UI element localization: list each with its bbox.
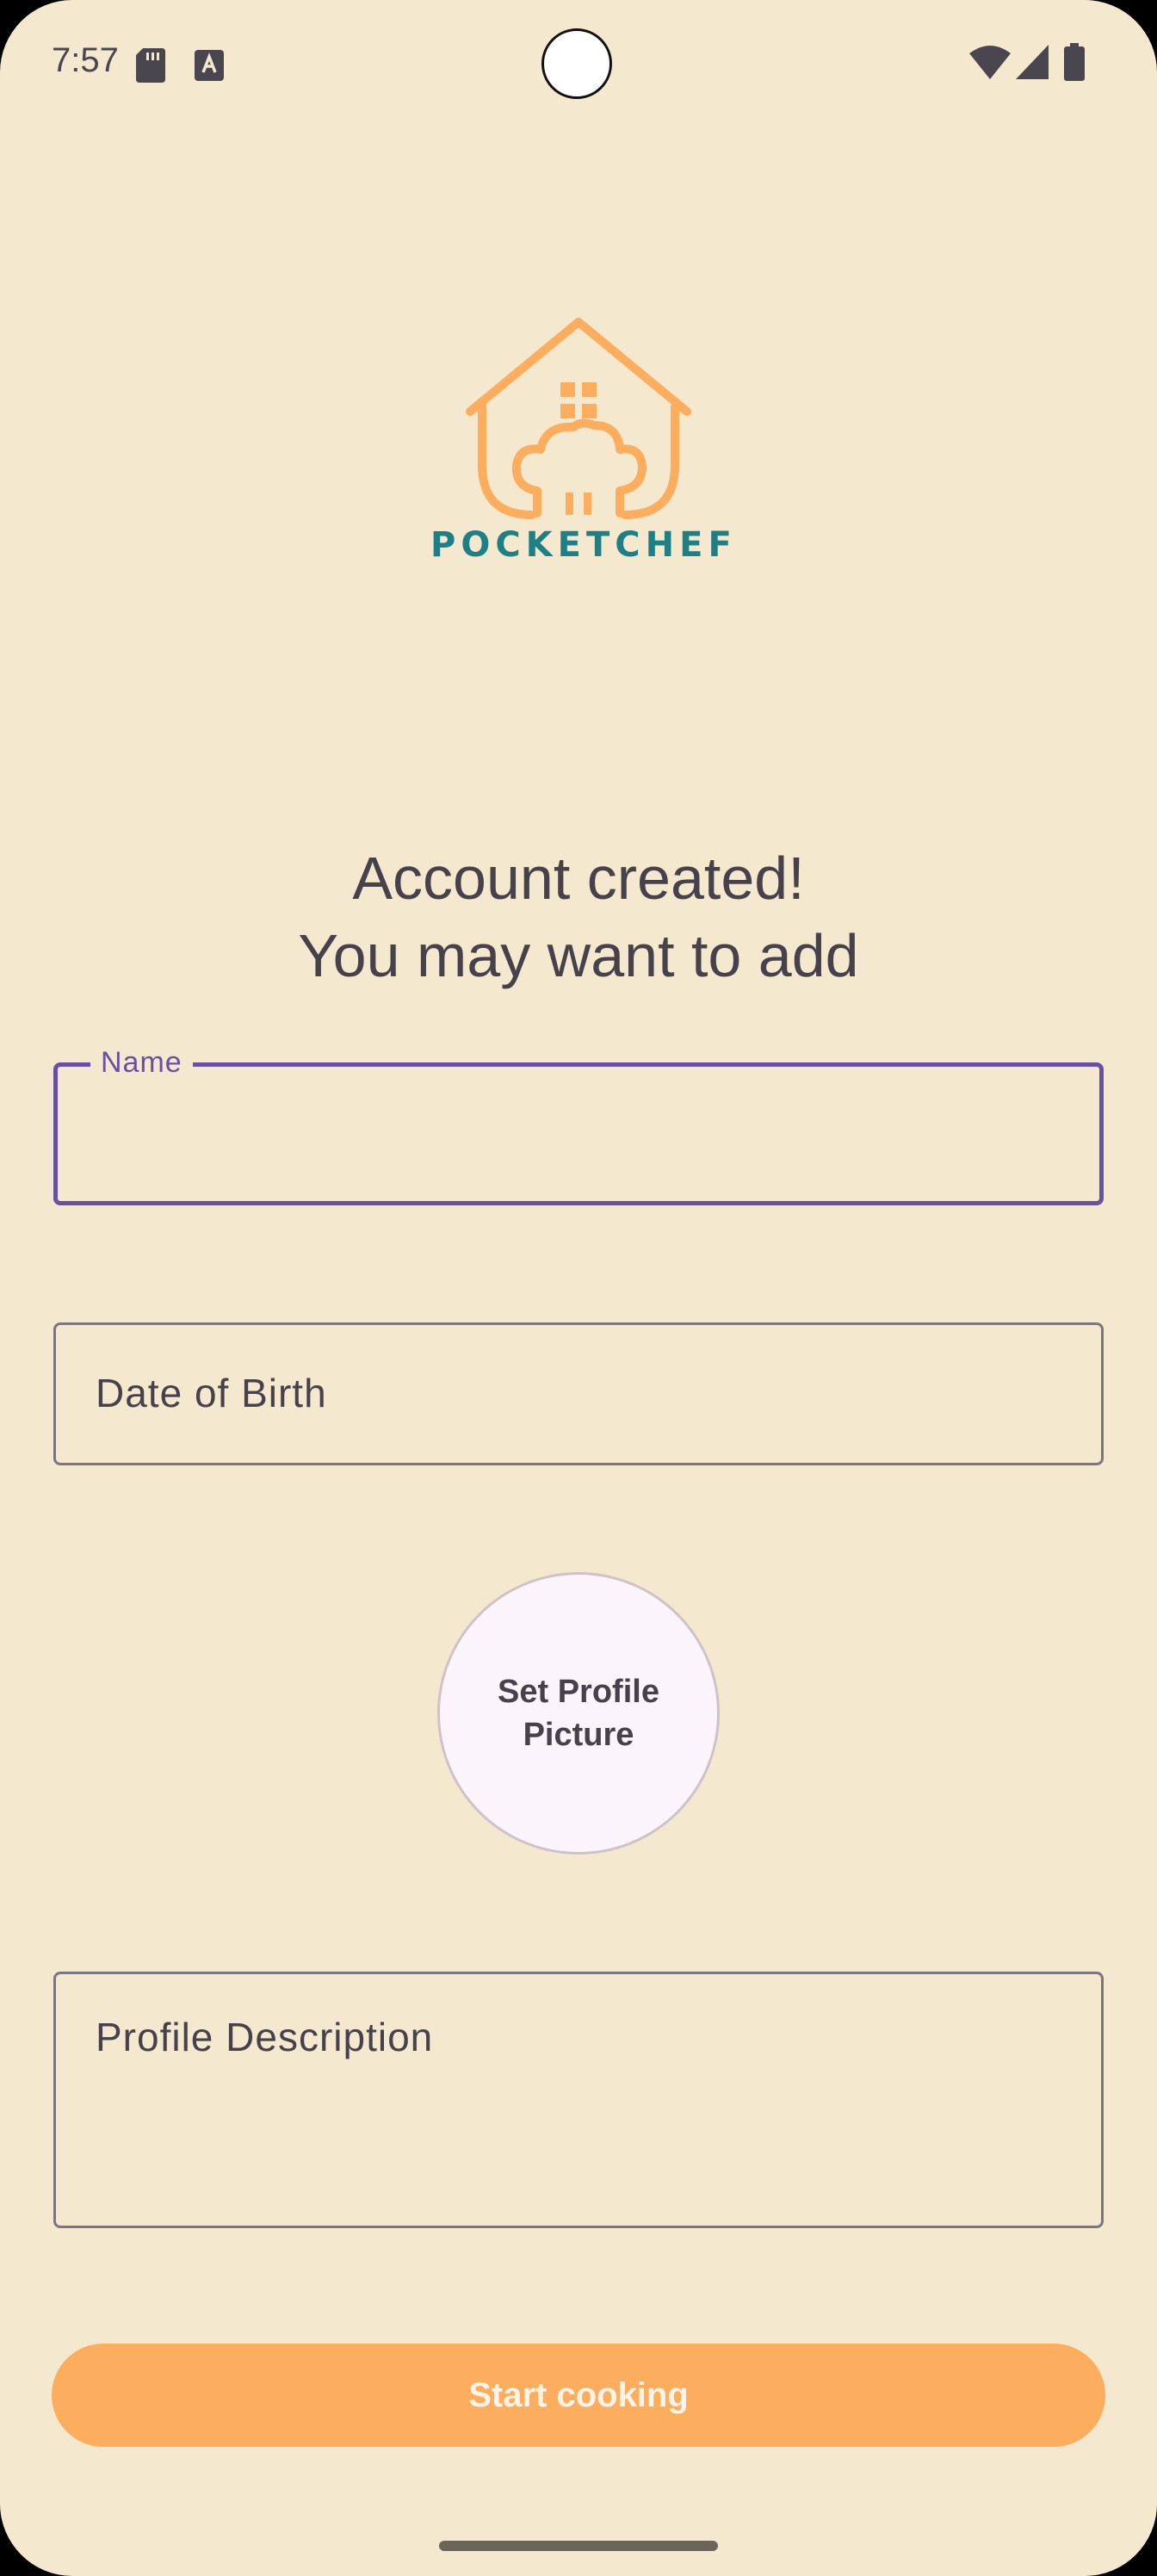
set-profile-picture-button[interactable]: Set Profile Picture <box>437 1572 720 1855</box>
home-indicator[interactable] <box>439 2541 718 2551</box>
brand-name: POCKETCHEF <box>430 525 737 565</box>
profile-description-field[interactable]: Profile Description <box>53 1972 1104 2228</box>
chef-house-logo-icon <box>466 318 691 519</box>
profile-description-placeholder: Profile Description <box>96 2015 434 2059</box>
start-cooking-label: Start cooking <box>468 2375 689 2414</box>
signal-icon <box>1016 45 1049 79</box>
set-profile-picture-label-line-2: Picture <box>523 1717 634 1753</box>
pocketchef-logo: POCKETCHEF <box>430 310 737 577</box>
set-profile-picture-label: Set Profile Picture <box>498 1670 659 1756</box>
heading-line-2: You may want to add <box>298 922 859 989</box>
sd-card-icon <box>136 48 165 83</box>
status-time: 7:57 <box>52 41 119 79</box>
camera-cutout <box>541 28 612 99</box>
status-bar: 7:57 <box>0 0 1157 129</box>
battery-icon <box>1064 43 1085 81</box>
app-screen: 7:57 POCKETCHEF Account created! You may… <box>0 0 1157 2576</box>
page-heading: Account created! You may want to add <box>0 839 1157 994</box>
name-field[interactable]: Name <box>53 1046 1104 1205</box>
name-field-label: Name <box>90 1046 193 1080</box>
date-of-birth-field[interactable]: Date of Birth <box>53 1322 1104 1465</box>
set-profile-picture-label-line-1: Set Profile <box>498 1674 659 1710</box>
wifi-icon <box>969 46 1011 79</box>
date-of-birth-placeholder: Date of Birth <box>96 1371 327 1415</box>
start-cooking-button[interactable]: Start cooking <box>52 2344 1105 2447</box>
text-a-icon <box>195 50 224 81</box>
heading-line-1: Account created! <box>352 845 805 912</box>
